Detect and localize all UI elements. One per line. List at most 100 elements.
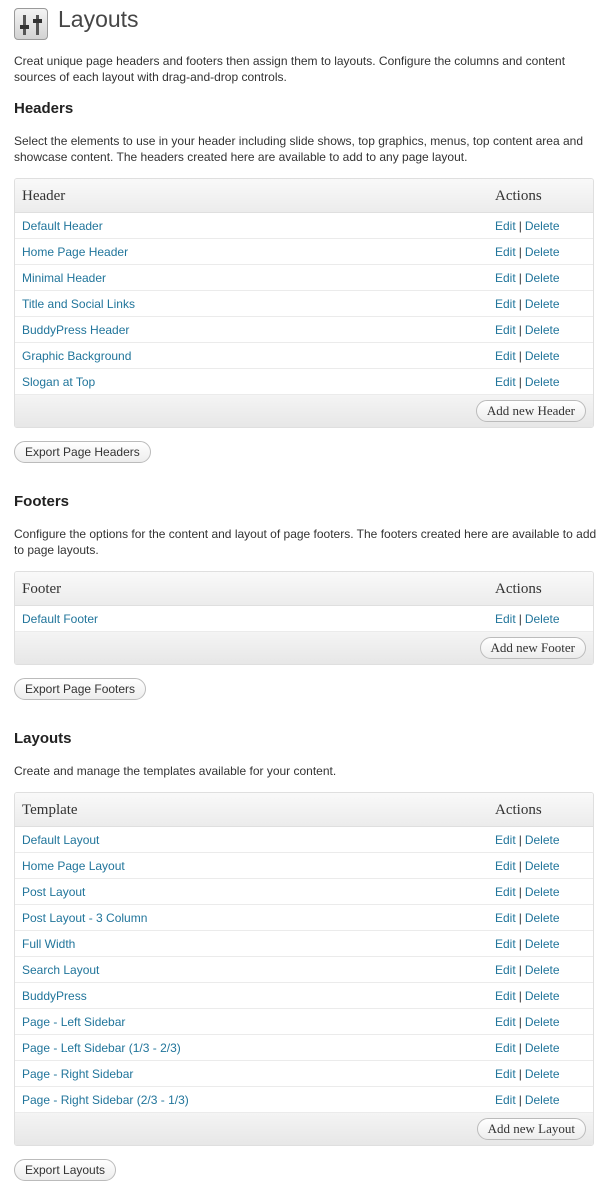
edit-link[interactable]: Edit (495, 245, 516, 259)
delete-link[interactable]: Delete (525, 612, 560, 626)
edit-link[interactable]: Edit (495, 349, 516, 363)
table-footer: Add new Header (15, 395, 593, 427)
delete-link[interactable]: Delete (525, 1041, 560, 1055)
row-title-link[interactable]: Minimal Header (22, 271, 106, 285)
delete-link[interactable]: Delete (525, 1067, 560, 1081)
row-actions: Edit | Delete (495, 271, 560, 285)
row-title-link[interactable]: Graphic Background (22, 349, 131, 363)
action-separator: | (518, 271, 522, 285)
edit-link[interactable]: Edit (495, 859, 516, 873)
edit-link[interactable]: Edit (495, 612, 516, 626)
action-separator: | (518, 911, 522, 925)
add-new-footer-button[interactable]: Add new Footer (479, 637, 586, 659)
headers-description: Select the elements to use in your heade… (14, 134, 584, 164)
row-title-link[interactable]: Default Footer (22, 612, 98, 626)
row-actions: Edit | Delete (495, 1093, 560, 1107)
delete-link[interactable]: Delete (525, 885, 560, 899)
table-row: Slogan at Top Edit | Delete (15, 369, 593, 395)
table-row: Page - Left Sidebar Edit | Delete (15, 1009, 593, 1035)
row-title-link[interactable]: Home Page Layout (22, 859, 125, 873)
add-new-layout-button[interactable]: Add new Layout (476, 1118, 586, 1140)
edit-link[interactable]: Edit (495, 1067, 516, 1081)
page-intro: Creat unique page headers and footers th… (14, 54, 566, 84)
delete-link[interactable]: Delete (525, 245, 560, 259)
edit-link[interactable]: Edit (495, 271, 516, 285)
row-title-link[interactable]: BuddyPress (22, 989, 87, 1003)
action-separator: | (518, 833, 522, 847)
edit-link[interactable]: Edit (495, 937, 516, 951)
action-separator: | (518, 1067, 522, 1081)
row-actions: Edit | Delete (495, 323, 560, 337)
delete-link[interactable]: Delete (525, 963, 560, 977)
delete-link[interactable]: Delete (525, 323, 560, 337)
action-separator: | (518, 1041, 522, 1055)
row-actions: Edit | Delete (495, 245, 560, 259)
edit-link[interactable]: Edit (495, 375, 516, 389)
row-title-link[interactable]: Page - Right Sidebar (22, 1067, 133, 1081)
delete-link[interactable]: Delete (525, 1093, 560, 1107)
table-row: Default Footer Edit | Delete (15, 606, 593, 632)
delete-link[interactable]: Delete (525, 859, 560, 873)
delete-link[interactable]: Delete (525, 833, 560, 847)
delete-link[interactable]: Delete (525, 297, 560, 311)
table-footer: Add new Layout (15, 1113, 593, 1145)
row-title-link[interactable]: Title and Social Links (22, 297, 135, 311)
action-separator: | (518, 963, 522, 977)
row-title-link[interactable]: Search Layout (22, 963, 99, 977)
row-title-link[interactable]: Page - Right Sidebar (2/3 - 1/3) (22, 1093, 189, 1107)
export-layouts-button[interactable]: Export Layouts (14, 1159, 117, 1181)
table-row: Post Layout - 3 Column Edit | Delete (15, 905, 593, 931)
edit-link[interactable]: Edit (495, 1041, 516, 1055)
delete-link[interactable]: Delete (525, 911, 560, 925)
edit-link[interactable]: Edit (495, 989, 516, 1003)
delete-link[interactable]: Delete (525, 349, 560, 363)
edit-link[interactable]: Edit (495, 1093, 516, 1107)
delete-link[interactable]: Delete (525, 989, 560, 1003)
edit-link[interactable]: Edit (495, 323, 516, 337)
delete-link[interactable]: Delete (525, 1015, 560, 1029)
row-actions: Edit | Delete (495, 297, 560, 311)
edit-link[interactable]: Edit (495, 833, 516, 847)
row-title-link[interactable]: Page - Left Sidebar (22, 1015, 125, 1029)
delete-link[interactable]: Delete (525, 375, 560, 389)
column-header-actions: Actions (495, 188, 542, 204)
action-separator: | (518, 323, 522, 337)
delete-link[interactable]: Delete (525, 937, 560, 951)
footers-table: Footer Actions Default Footer Edit | Delete… (14, 571, 594, 665)
table-row: BuddyPress Edit | Delete (15, 983, 593, 1009)
edit-link[interactable]: Edit (495, 911, 516, 925)
edit-link[interactable]: Edit (495, 219, 516, 233)
row-actions: Edit | Delete (495, 859, 560, 873)
table-row: Default Layout Edit | Delete (15, 827, 593, 853)
table-row: Search Layout Edit | Delete (15, 957, 593, 983)
row-title-link[interactable]: Post Layout (22, 885, 85, 899)
row-title-link[interactable]: Default Layout (22, 833, 99, 847)
action-separator: | (518, 219, 522, 233)
row-actions: Edit | Delete (495, 963, 560, 977)
add-new-header-button[interactable]: Add new Header (475, 400, 586, 422)
row-title-link[interactable]: Default Header (22, 219, 103, 233)
edit-link[interactable]: Edit (495, 885, 516, 899)
row-title-link[interactable]: Full Width (22, 937, 75, 951)
row-title-link[interactable]: Page - Left Sidebar (1/3 - 2/3) (22, 1041, 181, 1055)
edit-link[interactable]: Edit (495, 963, 516, 977)
layouts-description: Create and manage the templates availabl… (14, 764, 337, 778)
table-row: Page - Left Sidebar (1/3 - 2/3) Edit | Dele… (15, 1035, 593, 1061)
delete-link[interactable]: Delete (525, 271, 560, 285)
row-title-link[interactable]: BuddyPress Header (22, 323, 129, 337)
row-title-link[interactable]: Slogan at Top (22, 375, 95, 389)
row-title-link[interactable]: Home Page Header (22, 245, 128, 259)
export-page-footers-button[interactable]: Export Page Footers (14, 678, 147, 700)
edit-link[interactable]: Edit (495, 297, 516, 311)
footers-heading: Footers (14, 493, 70, 510)
delete-link[interactable]: Delete (525, 219, 560, 233)
table-header: Template Actions (15, 793, 593, 827)
edit-link[interactable]: Edit (495, 1015, 516, 1029)
export-page-headers-button[interactable]: Export Page Headers (14, 441, 151, 463)
action-separator: | (518, 885, 522, 899)
row-title-link[interactable]: Post Layout - 3 Column (22, 911, 147, 925)
action-separator: | (518, 375, 522, 389)
action-separator: | (518, 1093, 522, 1107)
action-separator: | (518, 297, 522, 311)
table-footer: Add new Footer (15, 632, 593, 664)
